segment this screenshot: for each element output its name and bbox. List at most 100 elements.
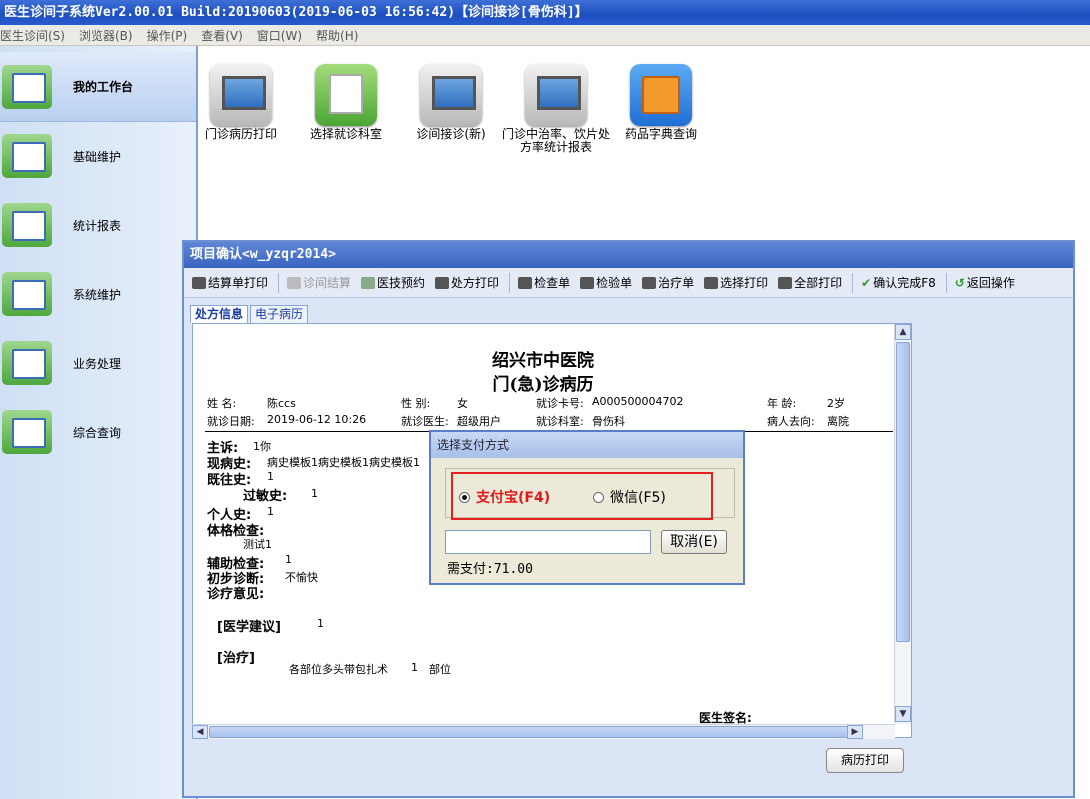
advice-label: [医学建议]	[217, 620, 281, 635]
menu-item-view[interactable]: 查看(V)	[201, 27, 243, 44]
printer-icon	[435, 276, 450, 289]
workstation-icon	[2, 64, 52, 109]
wechat-radio[interactable]: 微信(F5)	[593, 487, 666, 507]
appointment-icon	[361, 276, 376, 289]
toolbar-separator	[278, 272, 280, 293]
maintenance-icon	[2, 134, 52, 178]
print-all-button[interactable]: 全部打印	[778, 274, 842, 291]
sidebar-item-workstation[interactable]: 我的工作台	[0, 52, 196, 122]
business-icon	[2, 341, 52, 385]
tab-prescription[interactable]: 处方信息	[190, 305, 249, 323]
system-icon	[2, 272, 52, 316]
radio-unselected-icon	[593, 491, 604, 503]
menu-item-doctor[interactable]: 医生诊间(S)	[0, 27, 65, 44]
desktop-icon-drug-dictionary[interactable]: 药品字典查询	[606, 64, 716, 141]
patient-age: 2岁	[827, 397, 845, 410]
scroll-up-icon[interactable]: ▲	[895, 324, 911, 340]
treatment-sheet-button[interactable]: 治疗单	[642, 274, 694, 291]
destination-label: 病人去向:	[767, 415, 815, 428]
allergy-label: 过敏史:	[243, 489, 288, 504]
desktop-icon-stat-report[interactable]: 门诊中治率、饮片处方率统计报表	[501, 64, 611, 154]
check-icon: ✔	[861, 275, 872, 290]
record-title: 门(急)诊病历	[492, 375, 594, 395]
lab-sheet-button[interactable]: 检验单	[580, 274, 632, 291]
present-history-value: 病史模板1病史模板1病史模板1	[267, 456, 420, 469]
payment-code-input[interactable]	[445, 530, 651, 554]
alipay-label: 支付宝(F4)	[476, 490, 551, 506]
dictionary-icon	[630, 64, 692, 126]
desktop-icon-record-print[interactable]: 门诊病历打印	[186, 64, 296, 141]
amount-due: 需支付:71.00	[447, 562, 533, 577]
payment-dialog: 选择支付方式 支付宝(F4) 微信(F5) 取消(E) 需支付:71.00	[429, 430, 745, 585]
printer-icon	[580, 276, 595, 289]
sidebar-item-maintenance[interactable]: 基础维护	[0, 121, 196, 191]
sidebar-item-label: 我的工作台	[73, 80, 134, 94]
cancel-button[interactable]: 取消(E)	[661, 530, 727, 554]
sidebar-item-label: 综合查询	[73, 425, 122, 440]
monitor-icon	[525, 64, 587, 126]
sidebar-item-system[interactable]: 系统维护	[0, 259, 196, 329]
treatment-unit: 部位	[429, 663, 451, 676]
sidebar-item-label: 统计报表	[73, 218, 122, 233]
menu-item-window[interactable]: 窗口(W)	[257, 27, 302, 44]
toolbar-separator	[945, 272, 947, 293]
printer-icon	[642, 276, 657, 289]
treatment-qty: 1	[411, 661, 418, 674]
prescription-print-button[interactable]: 处方打印	[435, 274, 499, 291]
sidebar-item-label: 业务处理	[73, 356, 122, 371]
scroll-thumb[interactable]	[896, 342, 910, 642]
sidebar-item-query[interactable]: 综合查询	[0, 397, 196, 467]
gender-label: 性 别:	[401, 397, 431, 410]
settle-icon	[287, 276, 302, 289]
menu-item-browser[interactable]: 浏览器(B)	[79, 27, 133, 44]
card-label: 就诊卡号:	[536, 397, 584, 410]
scroll-right-icon[interactable]: ▶	[847, 725, 863, 739]
card-number: A000500004702	[592, 395, 684, 408]
horizontal-scrollbar[interactable]: ◀ ▶	[192, 724, 895, 739]
scroll-thumb[interactable]	[209, 726, 849, 738]
complaint-value: 1你	[253, 440, 271, 453]
printer-icon	[704, 276, 719, 289]
scroll-down-icon[interactable]: ▼	[895, 706, 911, 722]
radio-selected-icon	[459, 491, 470, 503]
patient-gender: 女	[457, 397, 468, 410]
query-icon	[2, 410, 52, 454]
window-title: 医生诊间子系统Ver2.00.01 Build:20190603(2019-06…	[0, 0, 1090, 25]
desktop-icon-label: 药品字典查询	[624, 127, 697, 141]
age-label: 年 龄:	[767, 397, 797, 410]
sidebar-item-label: 系统维护	[73, 287, 122, 302]
monitor-icon	[210, 64, 272, 126]
toolbar-separator	[509, 272, 511, 293]
desktop-icon-label: 选择就诊科室	[309, 127, 382, 141]
patient-name: 陈ccs	[267, 397, 296, 410]
alipay-radio[interactable]: 支付宝(F4)	[459, 487, 550, 507]
doctor-name: 超级用户	[457, 415, 501, 428]
record-print-button[interactable]: 病历打印	[826, 748, 904, 773]
settlement-print-button[interactable]: 结算单打印	[192, 274, 268, 291]
exam-sheet-button[interactable]: 检查单	[518, 274, 570, 291]
sidebar-item-business[interactable]: 业务处理	[0, 328, 196, 398]
select-print-button[interactable]: 选择打印	[704, 274, 768, 291]
past-history-value: 1	[267, 470, 274, 483]
menu-item-operation[interactable]: 操作(P)	[147, 27, 188, 44]
sidebar-item-report[interactable]: 统计报表	[0, 190, 196, 260]
consult-settle-button[interactable]: 诊间结算	[287, 274, 351, 291]
scroll-left-icon[interactable]: ◀	[192, 725, 208, 739]
doctor-label: 就诊医生:	[401, 415, 449, 428]
vertical-scrollbar[interactable]: ▲ ▼	[894, 324, 911, 724]
menu-item-help[interactable]: 帮助(H)	[316, 27, 358, 44]
confirm-complete-button[interactable]: ✔ 确认完成F8	[861, 274, 936, 291]
return-button[interactable]: ↺ 返回操作	[955, 274, 1015, 291]
monitor-icon	[420, 64, 482, 126]
wechat-label: 微信(F5)	[610, 490, 666, 506]
menu-bar: 医生诊间(S) 浏览器(B) 操作(P) 查看(V) 窗口(W) 帮助(H)	[0, 25, 1090, 46]
desktop-icon-department[interactable]: 选择就诊科室	[291, 64, 401, 141]
visit-date: 2019-06-12 10:26	[267, 413, 367, 426]
tab-emr[interactable]: 电子病历	[250, 305, 309, 323]
return-icon: ↺	[954, 275, 965, 290]
toolbar-separator	[852, 272, 854, 293]
tech-appointment-button[interactable]: 医技预约	[361, 274, 425, 291]
tab-bar: 处方信息 电子病历	[190, 305, 310, 323]
allergy-value: 1	[311, 487, 318, 500]
desktop-icon-consult[interactable]: 诊间接诊(新)	[396, 64, 506, 141]
